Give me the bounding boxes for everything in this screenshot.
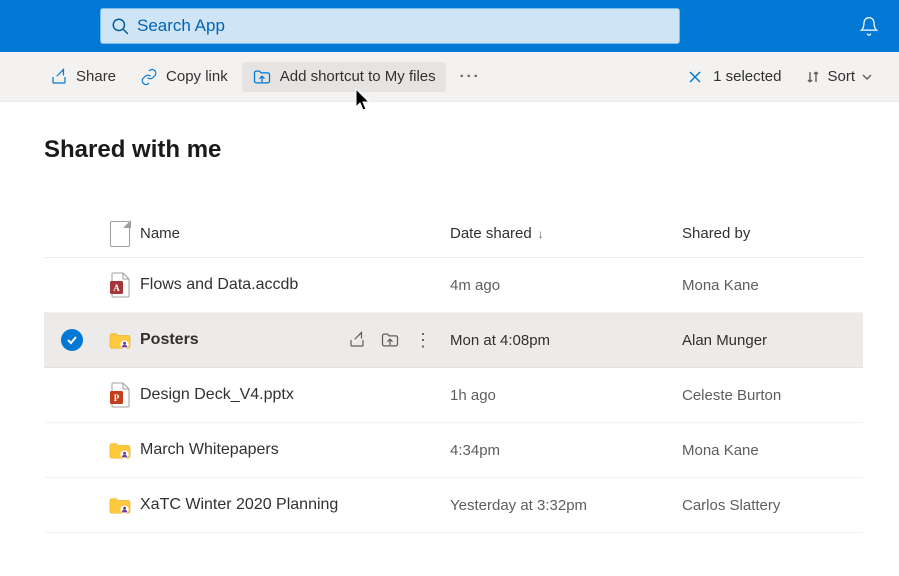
shared-by: Celeste Burton bbox=[682, 387, 863, 404]
column-header-name[interactable]: Name bbox=[140, 225, 450, 242]
file-type-icon bbox=[100, 437, 140, 463]
search-placeholder: Search App bbox=[137, 16, 225, 36]
file-type-icon bbox=[100, 492, 140, 518]
clear-selection-icon[interactable] bbox=[687, 69, 703, 85]
date-shared: Mon at 4:08pm bbox=[450, 332, 682, 349]
date-shared: 4m ago bbox=[450, 277, 682, 294]
add-shortcut-label: Add shortcut to My files bbox=[280, 68, 436, 85]
row-more-icon[interactable]: ⋮ bbox=[414, 331, 432, 349]
row-share-icon[interactable] bbox=[348, 331, 366, 349]
share-button[interactable]: Share bbox=[40, 62, 126, 92]
shared-by: Mona Kane bbox=[682, 442, 863, 459]
table-row[interactable]: Posters ⋮ Mon at 4 bbox=[44, 313, 863, 368]
column-header-date-shared[interactable]: Date shared ↓ bbox=[450, 225, 682, 242]
share-icon bbox=[50, 68, 68, 86]
copy-link-label: Copy link bbox=[166, 68, 228, 85]
file-name[interactable]: Design Deck_V4.pptx bbox=[140, 386, 294, 404]
selection-indicator[interactable]: 1 selected bbox=[677, 68, 791, 85]
file-type-column-icon[interactable] bbox=[100, 221, 140, 247]
column-header-shared-by[interactable]: Shared by bbox=[682, 225, 863, 242]
file-type-icon: A bbox=[100, 272, 140, 298]
table-row[interactable]: XaTC Winter 2020 Planning Yesterday at 3… bbox=[44, 478, 863, 533]
file-name[interactable]: Posters bbox=[140, 331, 199, 349]
file-table: Name Date shared ↓ Shared by A bbox=[44, 210, 863, 533]
folder-shortcut-icon bbox=[252, 68, 272, 86]
document-icon bbox=[110, 221, 130, 247]
table-row[interactable]: March Whitepapers 4:34pm Mona Kane bbox=[44, 423, 863, 478]
copy-link-button[interactable]: Copy link bbox=[130, 62, 238, 92]
selection-count-label: 1 selected bbox=[713, 68, 781, 85]
file-name[interactable]: March Whitepapers bbox=[140, 441, 279, 459]
sort-label: Sort bbox=[827, 68, 855, 85]
file-type-icon bbox=[100, 327, 140, 353]
svg-text:P: P bbox=[114, 393, 120, 403]
file-name[interactable]: XaTC Winter 2020 Planning bbox=[140, 496, 338, 514]
date-shared: 1h ago bbox=[450, 387, 682, 404]
search-icon bbox=[111, 17, 129, 35]
sort-descending-icon: ↓ bbox=[538, 227, 544, 241]
search-input[interactable]: Search App bbox=[100, 8, 680, 44]
table-row[interactable]: A Flows and Data.accdb 4m ago Mona Kane bbox=[44, 258, 863, 313]
date-shared: 4:34pm bbox=[450, 442, 682, 459]
shared-by: Mona Kane bbox=[682, 277, 863, 294]
table-header-row: Name Date shared ↓ Shared by bbox=[44, 210, 863, 258]
overflow-menu-button[interactable]: ··· bbox=[450, 62, 491, 91]
page-body: Shared with me Name Date shared ↓ Shared… bbox=[0, 102, 899, 533]
row-add-shortcut-icon[interactable] bbox=[380, 331, 400, 349]
svg-text:A: A bbox=[113, 283, 120, 293]
chevron-down-icon bbox=[861, 71, 873, 83]
command-bar: Share Copy link Add shortcut to My files… bbox=[0, 52, 899, 102]
share-label: Share bbox=[76, 68, 116, 85]
shared-by: Alan Munger bbox=[682, 332, 863, 349]
link-icon bbox=[140, 68, 158, 86]
selected-checkmark-icon[interactable] bbox=[61, 329, 83, 351]
table-row[interactable]: P Design Deck_V4.pptx 1h ago Celeste Bur… bbox=[44, 368, 863, 423]
date-shared: Yesterday at 3:32pm bbox=[450, 497, 682, 514]
shared-by: Carlos Slattery bbox=[682, 497, 863, 514]
sort-button[interactable]: Sort bbox=[795, 68, 883, 85]
notifications-icon[interactable] bbox=[859, 16, 879, 36]
file-type-icon: P bbox=[100, 382, 140, 408]
add-shortcut-button[interactable]: Add shortcut to My files bbox=[242, 62, 446, 92]
page-title: Shared with me bbox=[44, 136, 863, 164]
app-header: Search App bbox=[0, 0, 899, 52]
file-name[interactable]: Flows and Data.accdb bbox=[140, 276, 298, 294]
sort-icon bbox=[805, 69, 821, 85]
